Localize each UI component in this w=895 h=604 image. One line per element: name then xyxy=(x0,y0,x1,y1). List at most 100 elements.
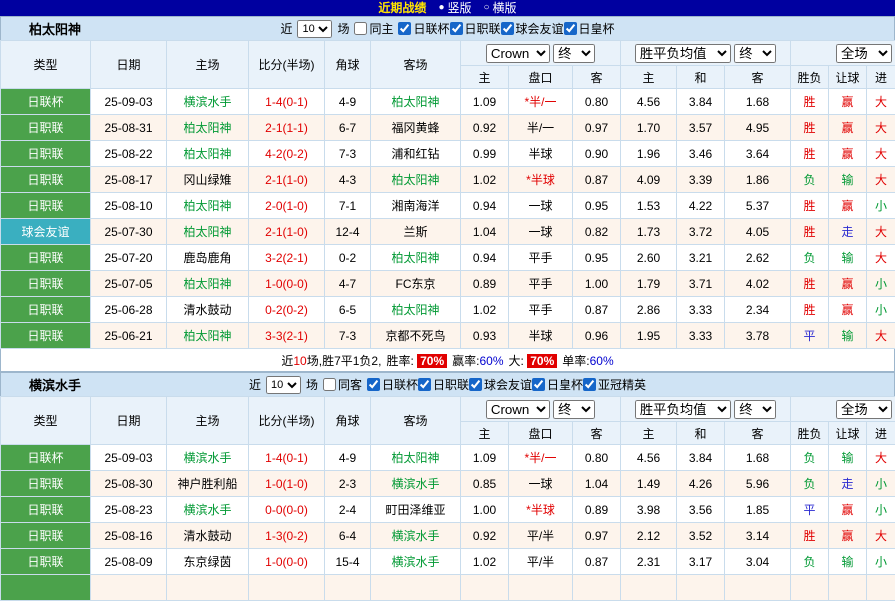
competition-checkbox[interactable] xyxy=(450,22,463,35)
table-header-row: 类型 日期 主场 比分(半场) 角球 客场 Crown 终 胜平负均值 终 全场 xyxy=(1,397,895,422)
competition-filter[interactable]: 日联杯 xyxy=(398,20,449,37)
bookmaker-select[interactable]: Crown xyxy=(486,400,550,419)
away-team-link[interactable]: 柏太阳神 xyxy=(371,445,461,471)
competition-label: 日联杯 xyxy=(413,20,449,37)
same-venue-checkbox[interactable] xyxy=(323,378,336,391)
eu-home-odds: 1.53 xyxy=(621,193,677,219)
away-team-link[interactable]: 横滨水手 xyxy=(371,523,461,549)
away-team-link[interactable]: 横滨水手 xyxy=(371,471,461,497)
match-row: 球会友谊25-07-30柏太阳神2-1(1-0)12-4兰斯1.04一球0.82… xyxy=(1,219,895,245)
recent-count-select[interactable]: 10 xyxy=(266,376,301,394)
match-type-badge: 日联杯 xyxy=(1,445,91,471)
eu-draw-odds: 3.33 xyxy=(677,323,725,349)
home-team-link[interactable]: 柏太阳神 xyxy=(167,323,249,349)
corner-count: 6-5 xyxy=(325,297,371,323)
home-team-link[interactable]: 横滨水手 xyxy=(167,497,249,523)
competition-checkbox[interactable] xyxy=(367,378,380,391)
matches-label: 场 xyxy=(337,20,349,37)
corner-count: 2-3 xyxy=(325,471,371,497)
competition-filter[interactable]: 日职联 xyxy=(418,376,469,393)
away-team-link[interactable] xyxy=(371,575,461,601)
competition-checkbox[interactable] xyxy=(564,22,577,35)
ah-away-odds: 0.96 xyxy=(573,323,621,349)
match-type-badge: 日职联 xyxy=(1,523,91,549)
away-team-link[interactable]: FC东京 xyxy=(371,271,461,297)
competition-checkbox[interactable] xyxy=(398,22,411,35)
home-team-link[interactable]: 冈山绿雉 xyxy=(167,167,249,193)
eu-home-odds: 1.79 xyxy=(621,271,677,297)
competition-checkbox[interactable] xyxy=(418,378,431,391)
eu-draw-odds: 4.26 xyxy=(677,471,725,497)
competition-filter[interactable]: 亚冠精英 xyxy=(583,376,646,393)
layout-option-vertical[interactable]: ● 竖版 xyxy=(438,0,471,16)
home-team-link[interactable]: 柏太阳神 xyxy=(167,193,249,219)
same-venue-filter[interactable]: 同客 xyxy=(323,376,362,393)
competition-checkbox[interactable] xyxy=(532,378,545,391)
competition-filter[interactable]: 日职联 xyxy=(450,20,501,37)
eu-draw-odds: 4.22 xyxy=(677,193,725,219)
home-team-link[interactable]: 柏太阳神 xyxy=(167,115,249,141)
competition-filter[interactable]: 球会友谊 xyxy=(501,20,564,37)
ah-final-select[interactable]: 终 xyxy=(553,400,595,419)
eu-final-select[interactable]: 终 xyxy=(734,400,776,419)
home-team-link[interactable]: 横滨水手 xyxy=(167,445,249,471)
competition-checkbox[interactable] xyxy=(501,22,514,35)
away-team-link[interactable]: 京都不死鸟 xyxy=(371,323,461,349)
away-team-link[interactable]: 柏太阳神 xyxy=(371,167,461,193)
home-team-link[interactable] xyxy=(167,575,249,601)
away-team-link[interactable]: 町田泽维亚 xyxy=(371,497,461,523)
col-header-away: 客场 xyxy=(371,397,461,445)
home-team-link[interactable]: 柏太阳神 xyxy=(167,141,249,167)
away-team-link[interactable]: 浦和红钻 xyxy=(371,141,461,167)
home-team-link[interactable]: 柏太阳神 xyxy=(167,219,249,245)
away-team-link[interactable]: 柏太阳神 xyxy=(371,245,461,271)
competition-filter[interactable]: 日联杯 xyxy=(367,376,418,393)
eu-avg-select[interactable]: 胜平负均值 xyxy=(635,400,731,419)
bookmaker-select[interactable]: Crown xyxy=(486,44,550,63)
win-rate-label: 胜率: xyxy=(386,354,413,368)
away-team-link[interactable]: 柏太阳神 xyxy=(371,89,461,115)
competition-checkbox[interactable] xyxy=(583,378,596,391)
away-team-link[interactable]: 福冈黄蜂 xyxy=(371,115,461,141)
home-team-link[interactable]: 清水鼓动 xyxy=(167,523,249,549)
ah-final-select[interactable]: 终 xyxy=(553,44,595,63)
profit-rate-label: 赢率: xyxy=(452,354,479,368)
home-team-link[interactable]: 鹿岛鹿角 xyxy=(167,245,249,271)
home-team-link[interactable]: 清水鼓动 xyxy=(167,297,249,323)
away-team-link[interactable]: 柏太阳神 xyxy=(371,297,461,323)
competition-filter[interactable]: 日皇杯 xyxy=(564,20,615,37)
eu-away-odds: 4.05 xyxy=(725,219,791,245)
home-team-link[interactable]: 神户胜利船 xyxy=(167,471,249,497)
ah-home-odds: 0.85 xyxy=(461,471,509,497)
away-team-link[interactable]: 兰斯 xyxy=(371,219,461,245)
home-team-link[interactable]: 横滨水手 xyxy=(167,89,249,115)
eu-avg-select[interactable]: 胜平负均值 xyxy=(635,44,731,63)
result-wdl: 负 xyxy=(791,471,829,497)
same-venue-checkbox[interactable] xyxy=(354,22,367,35)
over-rate-label: 大: xyxy=(509,354,524,368)
result-overunder: 大 xyxy=(867,219,895,245)
ah-home-odds: 0.94 xyxy=(461,193,509,219)
ah-away-odds: 0.87 xyxy=(573,297,621,323)
eu-away-odds: 3.04 xyxy=(725,549,791,575)
result-handicap: 赢 xyxy=(829,193,867,219)
recent-count-select[interactable]: 10 xyxy=(297,20,332,38)
eu-home-odds: 2.60 xyxy=(621,245,677,271)
match-score: 0-2(0-2) xyxy=(249,297,325,323)
radio-unselected-icon: ○ xyxy=(484,0,490,16)
away-team-link[interactable]: 横滨水手 xyxy=(371,549,461,575)
competition-checkbox[interactable] xyxy=(469,378,482,391)
match-type-badge: 日职联 xyxy=(1,167,91,193)
layout-option-horizontal[interactable]: ○ 横版 xyxy=(484,0,517,16)
eu-final-select[interactable]: 终 xyxy=(734,44,776,63)
competition-filter[interactable]: 球会友谊 xyxy=(469,376,532,393)
scope-select[interactable]: 全场 xyxy=(836,400,892,419)
away-team-link[interactable]: 湘南海洋 xyxy=(371,193,461,219)
same-venue-filter[interactable]: 同主 xyxy=(354,20,393,37)
competition-filter[interactable]: 日皇杯 xyxy=(532,376,583,393)
match-score: 2-1(1-0) xyxy=(249,219,325,245)
scope-select[interactable]: 全场 xyxy=(836,44,892,63)
col-header-handicap-result: 让球 xyxy=(829,422,867,445)
home-team-link[interactable]: 柏太阳神 xyxy=(167,271,249,297)
home-team-link[interactable]: 东京绿茵 xyxy=(167,549,249,575)
